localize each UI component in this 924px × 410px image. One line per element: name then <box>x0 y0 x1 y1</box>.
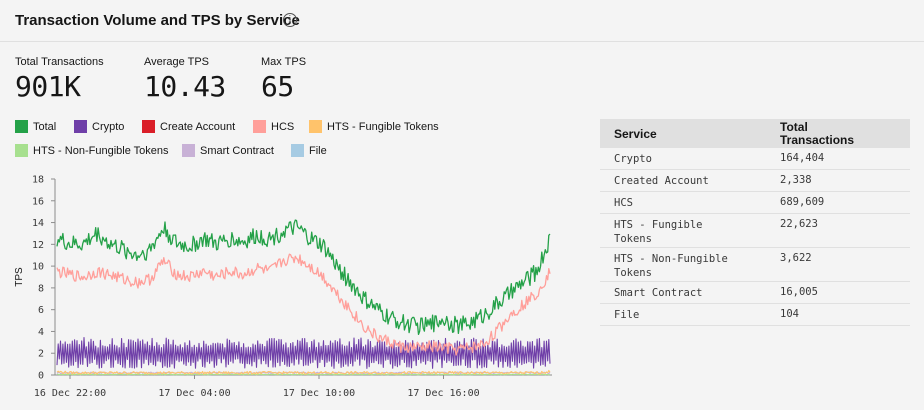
table-row: Smart Contract 16,005 <box>600 282 910 304</box>
x-tick-label: 17 Dec 16:00 <box>407 388 479 399</box>
kpi-label: Total Transactions <box>15 56 104 68</box>
y-tick-label: 0 <box>38 371 44 382</box>
kpi-value: 65 <box>261 70 294 103</box>
cell-service: Crypto <box>614 153 652 165</box>
y-tick-label: 6 <box>38 305 44 316</box>
cell-total: 104 <box>780 308 799 320</box>
legend-swatch <box>74 119 87 133</box>
series-line-crypto <box>56 337 551 369</box>
table-row: File 104 <box>600 304 910 326</box>
cell-service: HTS - Non-Fungible Tokens <box>614 252 764 280</box>
cell-line: Tokens <box>614 267 652 279</box>
kpi-label: Average TPS <box>144 56 210 68</box>
table-row: Created Account 2,338 <box>600 170 910 192</box>
cell-total: 3,622 <box>780 252 812 264</box>
legend-item-hcs[interactable]: HCS <box>253 119 294 135</box>
service-table: Service Total Transactions Crypto 164,404 … <box>600 119 910 326</box>
legend-swatch <box>182 143 195 157</box>
cell-line: HTS - Fungible <box>614 219 703 231</box>
series-line-total <box>56 219 551 336</box>
legend-swatch <box>253 119 266 133</box>
legend-label: Crypto <box>92 121 125 133</box>
legend-item-create-account[interactable]: Create Account <box>142 119 235 135</box>
x-tick-label: 17 Dec 04:00 <box>158 388 230 399</box>
legend-swatch <box>309 119 322 133</box>
cell-total: 16,005 <box>780 286 818 298</box>
cell-service: Smart Contract <box>614 287 703 299</box>
kpi-max-tps: Max TPS 65 <box>261 56 306 103</box>
kpi-value: 901K <box>15 70 81 103</box>
legend-label: Smart Contract <box>200 145 274 157</box>
cell-service: HTS - Fungible Tokens <box>614 218 764 246</box>
legend-label: File <box>309 145 327 157</box>
header-line: Transactions <box>780 133 855 147</box>
table-row: HTS - Fungible Tokens 22,623 <box>600 214 910 248</box>
info-icon[interactable]: i <box>283 13 297 27</box>
cell-service: Created Account <box>614 175 709 187</box>
tps-line-chart: 0 2 4 6 8 10 12 14 16 18 TPS 16 Dec 22:00 17 Dec 04:… <box>14 175 552 399</box>
cell-service: HCS <box>614 197 633 209</box>
legend-label: HTS - Fungible Tokens <box>327 121 439 133</box>
legend-item-crypto[interactable]: Crypto <box>74 119 124 135</box>
x-tick-label: 17 Dec 10:00 <box>283 388 355 399</box>
legend-label: Create Account <box>160 121 236 133</box>
cell-line: HTS - Non-Fungible <box>614 253 728 265</box>
panel-title: Transaction Volume and TPS by Service <box>15 12 300 29</box>
legend-item-file[interactable]: File <box>291 143 327 159</box>
legend-label: HCS <box>271 121 295 133</box>
legend-item-smart-contract[interactable]: Smart Contract <box>182 143 274 159</box>
table-row: HCS 689,609 <box>600 192 910 214</box>
y-tick-label: 12 <box>32 240 44 251</box>
panel-header: Transaction Volume and TPS by Service i <box>0 0 924 42</box>
table-row: HTS - Non-Fungible Tokens 3,622 <box>600 248 910 282</box>
legend-item-hts-fungible[interactable]: HTS - Fungible Tokens <box>309 119 439 135</box>
table-header: Service Total Transactions <box>600 119 910 148</box>
legend-swatch <box>142 119 155 133</box>
y-axis-label: TPS <box>14 267 25 287</box>
cell-total: 2,338 <box>780 174 812 186</box>
cell-total: 22,623 <box>780 218 818 230</box>
cell-total: 164,404 <box>780 152 825 164</box>
column-header-service[interactable]: Service <box>614 127 657 141</box>
cell-service: File <box>614 309 640 321</box>
y-tick-label: 8 <box>38 283 44 294</box>
y-tick-label: 18 <box>32 175 44 186</box>
cell-total: 689,609 <box>780 196 825 208</box>
kpi-label: Max TPS <box>261 56 307 68</box>
y-tick-label: 2 <box>38 349 44 360</box>
kpi-value: 10.43 <box>144 70 226 103</box>
kpi-average-tps: Average TPS 10.43 <box>144 56 226 103</box>
legend-label: HTS - Non-Fungible Tokens <box>33 145 169 157</box>
cell-line: Tokens <box>614 233 652 245</box>
table-row: Crypto 164,404 <box>600 148 910 170</box>
legend-swatch <box>291 143 304 157</box>
y-tick-label: 4 <box>38 327 44 338</box>
legend-item-hts-non-fungible[interactable]: HTS - Non-Fungible Tokens <box>15 143 169 159</box>
legend-item-total[interactable]: Total <box>15 119 56 135</box>
legend-swatch <box>15 119 28 133</box>
header-line: Total <box>780 120 808 134</box>
y-tick-label: 14 <box>32 218 44 229</box>
series-line-hts-non-fungible-tokens <box>57 373 551 376</box>
y-tick-label: 10 <box>32 262 44 273</box>
x-tick-label: 16 Dec 22:00 <box>34 388 106 399</box>
column-header-total[interactable]: Total Transactions <box>780 121 854 147</box>
legend-swatch <box>15 143 28 157</box>
kpi-total-transactions: Total Transactions 901K <box>15 56 104 103</box>
legend-label: Total <box>33 121 57 133</box>
y-tick-label: 16 <box>32 196 44 207</box>
